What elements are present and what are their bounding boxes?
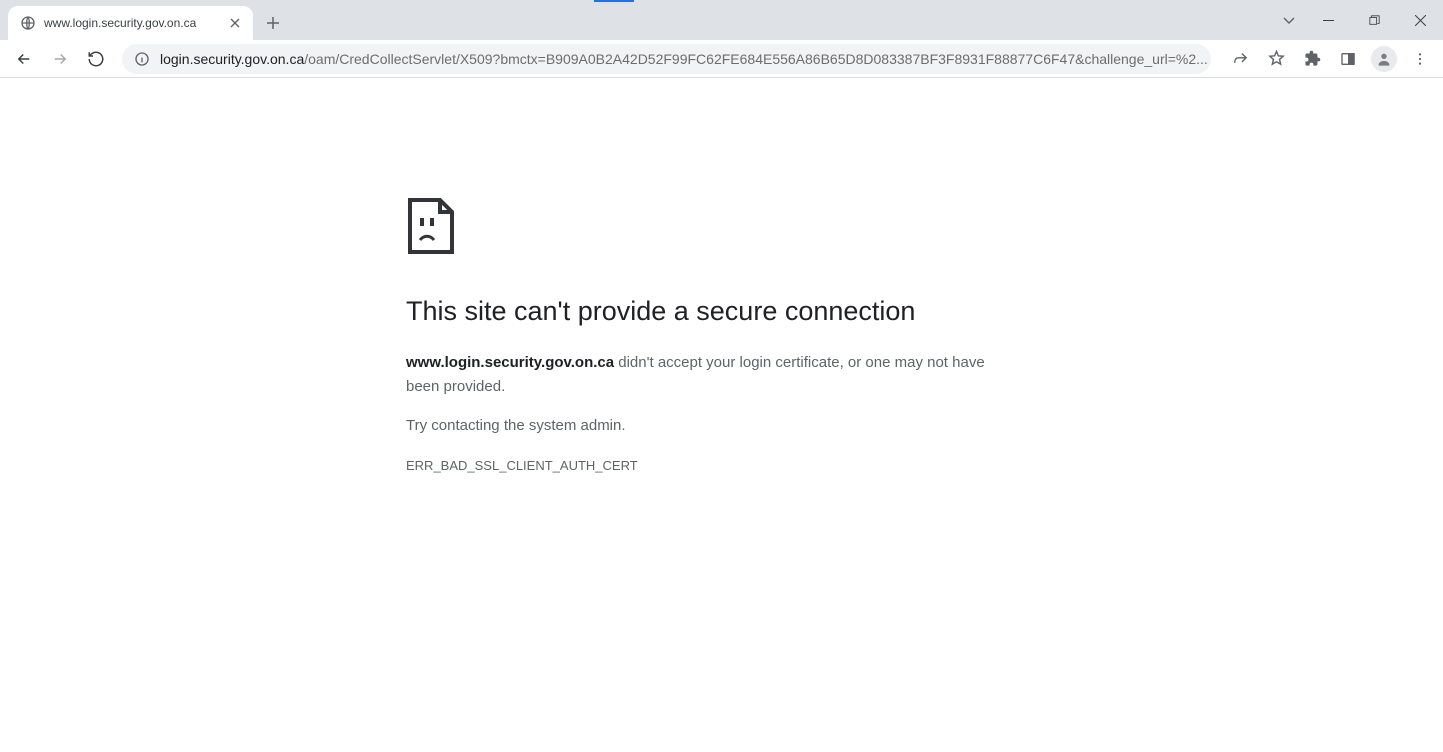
error-code: ERR_BAD_SSL_CLIENT_AUTH_CERT xyxy=(406,458,1036,473)
minimize-button[interactable] xyxy=(1305,4,1351,36)
address-bar[interactable]: login.security.gov.on.ca/oam/CredCollect… xyxy=(122,44,1211,74)
maximize-button[interactable] xyxy=(1351,4,1397,36)
tab-search-button[interactable] xyxy=(1273,14,1305,26)
globe-icon xyxy=(20,15,36,31)
error-host: www.login.security.gov.on.ca xyxy=(406,354,614,371)
tab-title: www.login.security.gov.on.ca xyxy=(44,16,227,30)
browser-tab[interactable]: www.login.security.gov.on.ca xyxy=(8,6,253,40)
share-button[interactable] xyxy=(1225,44,1255,74)
toolbar-actions xyxy=(1225,44,1435,74)
error-suggestion: Try contacting the system admin. xyxy=(406,417,1036,434)
site-info-icon[interactable] xyxy=(134,51,150,67)
error-page: This site can't provide a secure connect… xyxy=(0,78,1036,473)
window-controls xyxy=(1273,0,1443,40)
menu-button[interactable] xyxy=(1405,44,1435,74)
url-path: /oam/CredCollectServlet/X509?bmctx=B909A… xyxy=(304,51,1208,67)
bookmark-button[interactable] xyxy=(1261,44,1291,74)
back-button[interactable] xyxy=(8,43,40,75)
new-tab-button[interactable] xyxy=(259,9,287,37)
close-window-button[interactable] xyxy=(1397,4,1443,36)
browser-toolbar: login.security.gov.on.ca/oam/CredCollect… xyxy=(0,40,1443,78)
url-host: login.security.gov.on.ca xyxy=(160,51,304,67)
error-title: This site can't provide a secure connect… xyxy=(406,294,1036,329)
loading-indicator xyxy=(594,0,634,2)
error-message: www.login.security.gov.on.ca didn't acce… xyxy=(406,351,1016,399)
sad-page-icon xyxy=(406,198,1036,254)
close-tab-button[interactable] xyxy=(227,15,243,31)
forward-button[interactable] xyxy=(44,43,76,75)
profile-button[interactable] xyxy=(1369,44,1399,74)
extensions-button[interactable] xyxy=(1297,44,1327,74)
reload-button[interactable] xyxy=(80,43,112,75)
side-panel-button[interactable] xyxy=(1333,44,1363,74)
tab-strip: www.login.security.gov.on.ca xyxy=(0,0,1443,40)
